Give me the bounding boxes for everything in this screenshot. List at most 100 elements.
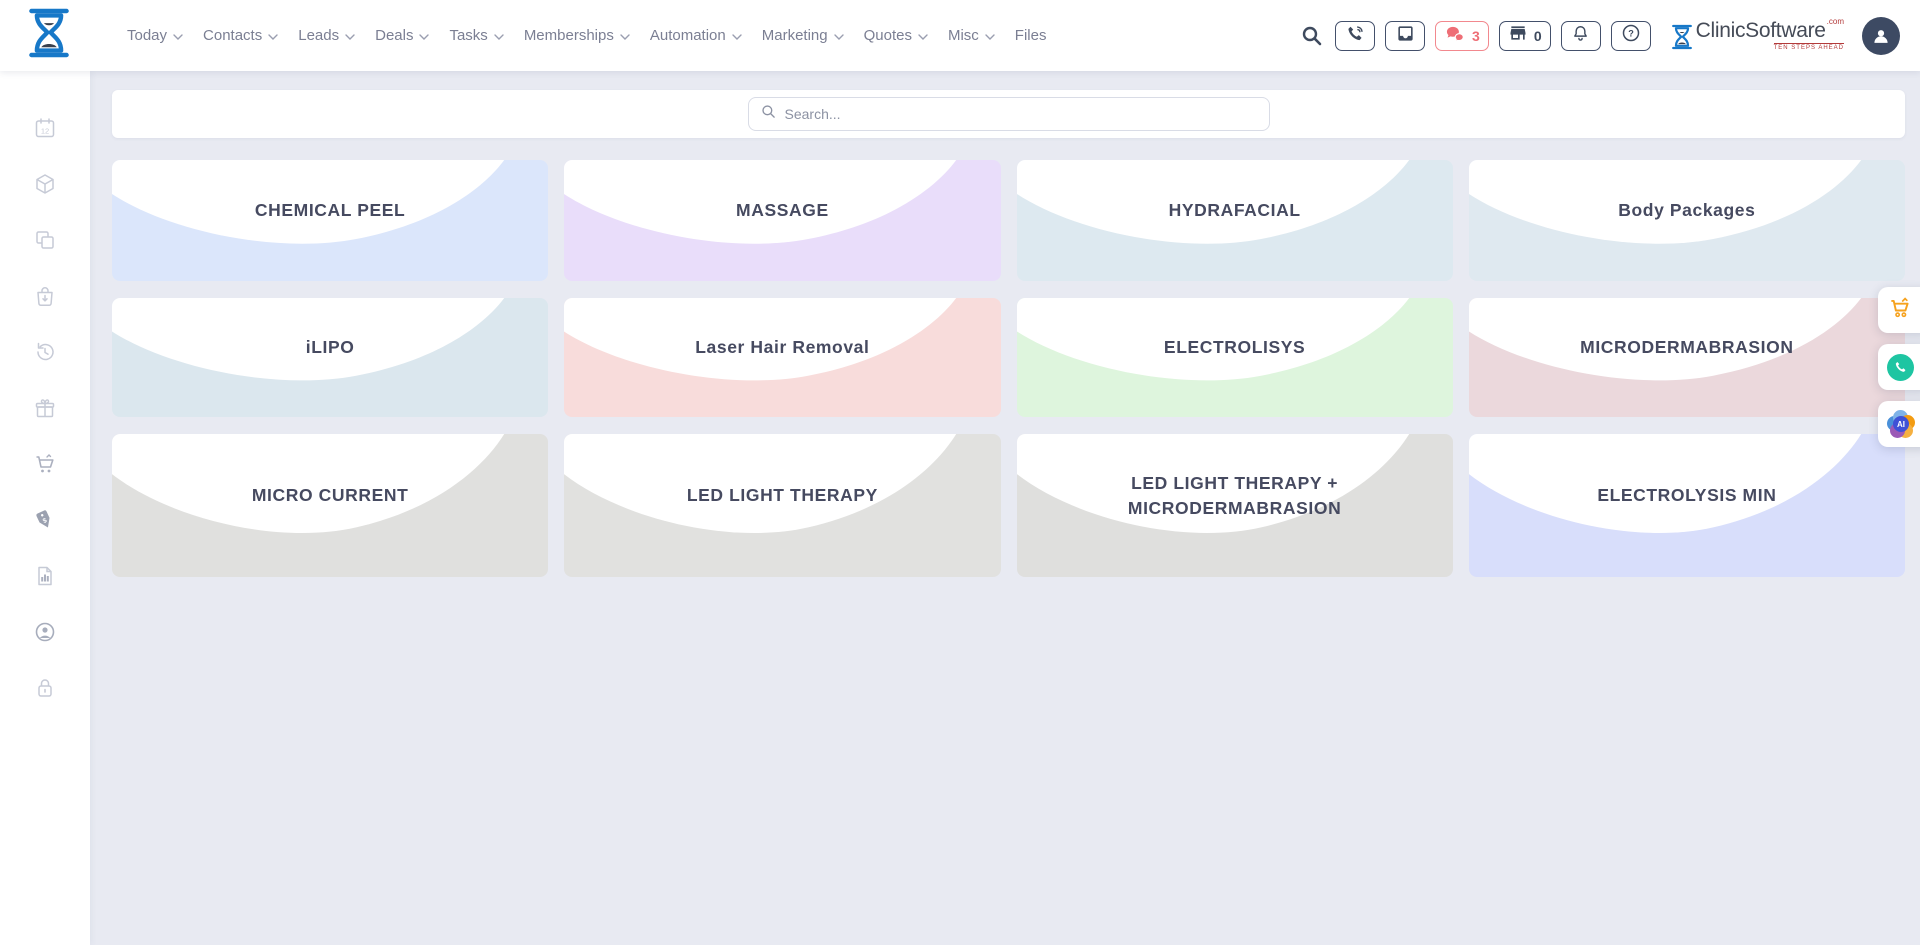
user-avatar[interactable] — [1862, 17, 1900, 55]
nav-item-quotes[interactable]: Quotes — [864, 27, 928, 44]
nav-item-memberships[interactable]: Memberships — [524, 27, 630, 44]
whatsapp-phone-icon — [1887, 354, 1914, 381]
category-card-electrolysis-min[interactable]: ELECTROLYSIS MIN — [1469, 434, 1905, 577]
brand-tld: .com — [1827, 17, 1844, 26]
search-icon[interactable] — [1301, 25, 1323, 47]
svg-text:12: 12 — [41, 127, 49, 136]
sidebar-item-copy[interactable] — [0, 212, 90, 268]
search-box[interactable] — [748, 97, 1270, 131]
store-count: 0 — [1534, 28, 1542, 44]
category-card-massage[interactable]: MASSAGE — [564, 160, 1000, 281]
bag-receive-icon — [33, 284, 57, 308]
help-icon: ? — [1621, 23, 1641, 48]
nav-item-deals[interactable]: Deals — [375, 27, 429, 44]
sidebar-item-orders[interactable] — [0, 268, 90, 324]
chat-button[interactable]: 3 — [1435, 21, 1489, 51]
price-tag-icon: $ — [33, 508, 57, 532]
nav-item-files[interactable]: Files — [1015, 27, 1047, 44]
store-icon — [1508, 23, 1528, 48]
sidebar-item-security[interactable] — [0, 660, 90, 716]
calendar-icon: 12 — [33, 116, 57, 140]
brand-hourglass-icon — [1671, 23, 1693, 51]
app-logo-hourglass-icon[interactable] — [27, 6, 71, 65]
chevron-down-icon — [345, 34, 355, 40]
cart-icon — [33, 452, 57, 476]
main-content: CHEMICAL PEEL MASSAGE HYDRAFACIAL Body P… — [90, 71, 1920, 945]
nav-item-tasks[interactable]: Tasks — [449, 27, 503, 44]
lock-icon — [33, 676, 57, 700]
bell-icon — [1571, 24, 1590, 48]
category-card-chemical-peel[interactable]: CHEMICAL PEEL — [112, 160, 548, 281]
sidebar-item-products[interactable] — [0, 156, 90, 212]
chat-bubbles-icon — [1444, 24, 1466, 48]
chevron-down-icon — [732, 34, 742, 40]
category-label: MASSAGE — [564, 160, 1000, 281]
phone-button[interactable] — [1335, 21, 1375, 51]
cube-icon — [33, 172, 57, 196]
sidebar-item-cart[interactable] — [0, 436, 90, 492]
floating-cart-button[interactable] — [1878, 287, 1920, 333]
top-actions: 3 0 ? — [1301, 17, 1900, 55]
sidebar-item-account[interactable] — [0, 604, 90, 660]
sidebar-item-reports[interactable] — [0, 548, 90, 604]
chat-badge: 3 — [1472, 28, 1480, 44]
category-grid: CHEMICAL PEEL MASSAGE HYDRAFACIAL Body P… — [112, 160, 1905, 577]
nav-item-today[interactable]: Today — [127, 27, 183, 44]
category-card-ilipo[interactable]: iLIPO — [112, 298, 548, 417]
ai-assistant-icon: AI — [1887, 410, 1915, 438]
account-circle-icon — [33, 620, 57, 644]
notifications-button[interactable] — [1561, 21, 1601, 51]
nav-item-leads[interactable]: Leads — [298, 27, 355, 44]
category-label: Laser Hair Removal — [564, 298, 1000, 417]
sidebar-item-gifts[interactable] — [0, 380, 90, 436]
clinicsoftware-logo[interactable]: ClinicSoftware .com TEN STEPS AHEAD — [1671, 20, 1844, 51]
chevron-down-icon — [620, 34, 630, 40]
nav-item-contacts[interactable]: Contacts — [203, 27, 278, 44]
chevron-down-icon — [173, 34, 183, 40]
copy-icon — [33, 228, 57, 252]
category-card-electrolisys[interactable]: ELECTROLISYS — [1017, 298, 1453, 417]
brand-tagline: TEN STEPS AHEAD — [1774, 43, 1844, 51]
category-card-micro-current[interactable]: MICRO CURRENT — [112, 434, 548, 577]
chevron-down-icon — [985, 34, 995, 40]
category-card-microdermabrasion[interactable]: MICRODERMABRASION — [1469, 298, 1905, 417]
left-sidebar: 12 — [0, 71, 90, 945]
inbox-button[interactable] — [1385, 21, 1425, 51]
gift-icon — [33, 396, 57, 420]
help-button[interactable]: ? — [1611, 21, 1651, 51]
main-nav: Today Contacts Leads Deals Tasks Members… — [127, 27, 1046, 44]
ai-label: AI — [1893, 416, 1909, 432]
nav-item-misc[interactable]: Misc — [948, 27, 995, 44]
sidebar-item-pricing[interactable]: $ — [0, 492, 90, 548]
nav-label: Leads — [298, 27, 339, 44]
category-card-body-packages[interactable]: Body Packages — [1469, 160, 1905, 281]
orange-cart-icon — [1887, 295, 1913, 326]
nav-item-automation[interactable]: Automation — [650, 27, 742, 44]
store-button[interactable]: 0 — [1499, 21, 1551, 51]
chevron-down-icon — [834, 34, 844, 40]
floating-whatsapp-button[interactable] — [1878, 344, 1920, 390]
nav-label: Automation — [650, 27, 726, 44]
nav-label: Quotes — [864, 27, 912, 44]
sidebar-item-calendar[interactable]: 12 — [0, 100, 90, 156]
search-bar-card — [112, 90, 1905, 138]
category-label: Body Packages — [1469, 160, 1905, 281]
nav-item-marketing[interactable]: Marketing — [762, 27, 844, 44]
category-card-hydrafacial[interactable]: HYDRAFACIAL — [1017, 160, 1453, 281]
history-icon — [33, 340, 57, 364]
search-input[interactable] — [785, 106, 1257, 122]
nav-label: Contacts — [203, 27, 262, 44]
top-bar: Today Contacts Leads Deals Tasks Members… — [0, 0, 1920, 71]
nav-label: Marketing — [762, 27, 828, 44]
floating-ai-button[interactable]: AI — [1878, 401, 1920, 447]
sidebar-item-history[interactable] — [0, 324, 90, 380]
chevron-down-icon — [419, 34, 429, 40]
nav-label: Misc — [948, 27, 979, 44]
category-card-led-light-therapy-microdermabrasion[interactable]: LED LIGHT THERAPY + MICRODERMABRASION — [1017, 434, 1453, 577]
search-input-icon — [761, 104, 776, 124]
category-card-led-light-therapy[interactable]: LED LIGHT THERAPY — [564, 434, 1000, 577]
chevron-down-icon — [494, 34, 504, 40]
svg-text:?: ? — [1628, 28, 1634, 38]
category-card-laser-hair-removal[interactable]: Laser Hair Removal — [564, 298, 1000, 417]
category-label: ELECTROLISYS — [1017, 298, 1453, 417]
